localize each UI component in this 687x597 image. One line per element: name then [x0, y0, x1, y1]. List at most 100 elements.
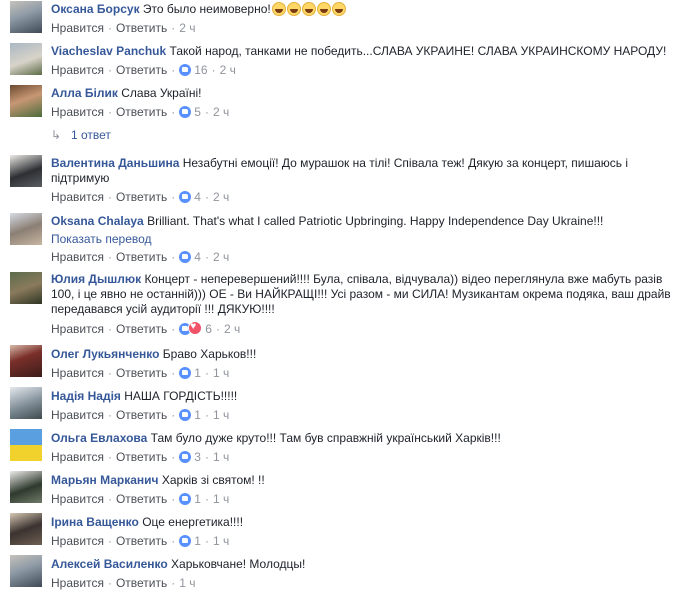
reaction-count[interactable]: 1 [194, 492, 201, 506]
avatar[interactable] [10, 1, 42, 33]
reply-button[interactable]: Ответить [116, 450, 167, 464]
avatar[interactable] [10, 272, 42, 304]
like-button[interactable]: Нравится [51, 450, 104, 464]
author-name[interactable]: Ірина Ващенко [51, 515, 139, 529]
comment-text: НАША ГОРДІСТЬ!!!!! [124, 389, 238, 403]
avatar[interactable] [10, 155, 42, 187]
timestamp[interactable]: 1 ч [213, 366, 229, 380]
view-replies-link[interactable]: ↳ 1 ответ [51, 128, 111, 142]
avatar[interactable] [10, 429, 42, 461]
like-button[interactable]: Нравится [51, 63, 104, 77]
timestamp[interactable]: 2 ч [179, 21, 195, 35]
like-reaction-icon [179, 251, 192, 263]
avatar[interactable] [10, 387, 42, 419]
avatar[interactable] [10, 345, 42, 377]
like-reaction-icon [179, 191, 192, 203]
reply-button[interactable]: Ответить [116, 366, 167, 380]
author-name[interactable]: Надія Надія [51, 389, 121, 403]
timestamp[interactable]: 1 ч [213, 492, 229, 506]
comment-text: Оце енергетика!!!! [142, 515, 244, 529]
like-button[interactable]: Нравится [51, 21, 104, 35]
comment-text: Brilliant. That's what I called Patrioti… [147, 214, 604, 228]
reply-arrow-icon: ↳ [51, 128, 62, 142]
reaction-count[interactable]: 6 [205, 322, 212, 336]
comment-text: Это было неимоверно! [142, 2, 271, 16]
replies-count[interactable]: 1 ответ [71, 128, 111, 142]
timestamp[interactable]: 2 ч [224, 322, 240, 336]
author-name[interactable]: Оксана Борсук [51, 2, 140, 16]
comment-text: Харьковчане! Молодцы! [171, 557, 306, 571]
reply-button[interactable]: Ответить [116, 408, 167, 422]
like-button[interactable]: Нравится [51, 322, 104, 336]
comment-text: Такой народ, танками не победить...СЛАВА… [169, 44, 667, 58]
author-name[interactable]: Oksana Chalaya [51, 214, 144, 228]
reaction-count[interactable]: 3 [194, 450, 201, 464]
avatar[interactable] [10, 213, 42, 245]
author-name[interactable]: Валентина Даньшина [51, 156, 179, 170]
reply-button[interactable]: Ответить [116, 250, 167, 264]
like-button[interactable]: Нравится [51, 408, 104, 422]
comment-text: Концерт - неперевершений!!!! Була, співа… [51, 272, 671, 316]
reaction-count[interactable]: 16 [194, 63, 207, 77]
like-reaction-icon [179, 451, 192, 463]
comment-text: Там було дуже круто!!! Там був справжній… [150, 431, 501, 445]
reaction-count[interactable]: 1 [194, 366, 201, 380]
like-reaction-icon [179, 367, 192, 379]
show-translation-link[interactable]: Показать перевод [51, 232, 679, 247]
timestamp[interactable]: 2 ч [213, 250, 229, 264]
like-reaction-icon [179, 106, 192, 118]
laughing-emoji-icon [271, 2, 286, 16]
comment-text: Слава Україні! [121, 86, 202, 100]
like-reaction-icon [179, 535, 192, 547]
timestamp[interactable]: 1 ч [213, 534, 229, 548]
like-button[interactable]: Нравится [51, 190, 104, 204]
reply-button[interactable]: Ответить [116, 576, 167, 590]
author-name[interactable]: Марьян Марканич [51, 473, 159, 487]
timestamp[interactable]: 1 ч [213, 408, 229, 422]
avatar[interactable] [10, 43, 42, 75]
comment-text: Харків зі святом! !! [161, 473, 265, 487]
author-name[interactable]: Ольга Евлахова [51, 431, 147, 445]
author-name[interactable]: Алла Білик [51, 86, 118, 100]
author-name[interactable]: Юлия Дышлюк [51, 272, 141, 286]
avatar[interactable] [10, 471, 42, 503]
timestamp[interactable]: 1 ч [179, 576, 195, 590]
comment-text: Браво Харьков!!! [162, 347, 257, 361]
like-button[interactable]: Нравится [51, 576, 104, 590]
like-reaction-icon [179, 409, 192, 421]
like-button[interactable]: Нравится [51, 366, 104, 380]
reply-button[interactable]: Ответить [116, 21, 167, 35]
timestamp[interactable]: 2 ч [213, 105, 229, 119]
author-name[interactable]: Алексей Василенко [51, 557, 168, 571]
reaction-count[interactable]: 1 [194, 534, 201, 548]
reaction-count[interactable]: 5 [194, 105, 201, 119]
like-reaction-icon [179, 493, 192, 505]
reply-button[interactable]: Ответить [116, 322, 167, 336]
like-button[interactable]: Нравится [51, 492, 104, 506]
reaction-count[interactable]: 4 [194, 250, 201, 264]
like-button[interactable]: Нравится [51, 105, 104, 119]
avatar[interactable] [10, 85, 42, 117]
avatar[interactable] [10, 513, 42, 545]
laughing-emoji-icon [331, 2, 346, 16]
laughing-emoji-icon [286, 2, 301, 16]
laughing-emoji-icon [316, 2, 331, 16]
reply-button[interactable]: Ответить [116, 105, 167, 119]
author-name[interactable]: Viacheslav Panchuk [51, 44, 166, 58]
reply-button[interactable]: Ответить [116, 63, 167, 77]
laughing-emoji-icons [271, 2, 346, 16]
avatar[interactable] [10, 555, 42, 587]
timestamp[interactable]: 2 ч [213, 190, 229, 204]
reply-button[interactable]: Ответить [116, 534, 167, 548]
reaction-count[interactable]: 4 [194, 190, 201, 204]
reaction-count[interactable]: 1 [194, 408, 201, 422]
like-reaction-icon [179, 64, 192, 76]
timestamp[interactable]: 1 ч [213, 450, 229, 464]
reply-button[interactable]: Ответить [116, 190, 167, 204]
like-button[interactable]: Нравится [51, 250, 104, 264]
timestamp[interactable]: 2 ч [220, 63, 236, 77]
laughing-emoji-icon [301, 2, 316, 16]
author-name[interactable]: Олег Лукьянченко [51, 347, 159, 361]
reply-button[interactable]: Ответить [116, 492, 167, 506]
like-button[interactable]: Нравится [51, 534, 104, 548]
